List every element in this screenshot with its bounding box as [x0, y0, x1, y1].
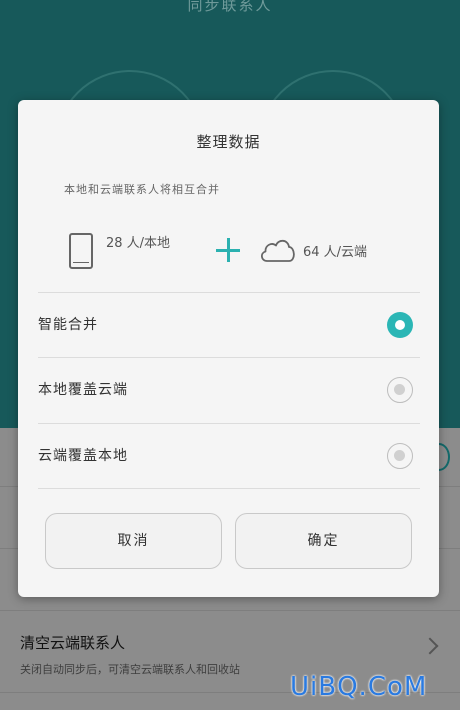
phone-icon: [69, 233, 93, 269]
option-local-overwrite-cloud[interactable]: 本地覆盖云端: [38, 358, 420, 422]
option-label: 智能合并: [38, 317, 98, 333]
cloud-contact-count: 64 人/云端: [303, 245, 368, 260]
option-smart-merge[interactable]: 智能合并: [38, 293, 420, 357]
background-title: 同步联系人: [187, 0, 273, 14]
list-divider: [0, 610, 460, 611]
radio-selected[interactable]: [387, 312, 413, 338]
radio-unselected[interactable]: [387, 443, 413, 469]
clear-cloud-contacts-subtitle: 关闭自动同步后，可清空云端联系人和回收站: [20, 663, 240, 676]
clear-cloud-contacts-title[interactable]: 清空云端联系人: [20, 632, 125, 653]
plus-icon: [216, 238, 240, 262]
cloud-icon: [261, 239, 295, 262]
watermark: UiBQ.CoM: [290, 672, 428, 702]
merge-data-dialog: 整理数据 本地和云端联系人将相互合并 28 人/本地 64 人/云端 智能合并 …: [18, 100, 439, 597]
divider: [38, 488, 420, 489]
local-contact-count: 28 人/本地: [106, 236, 171, 251]
dialog-description: 本地和云端联系人将相互合并: [64, 183, 220, 196]
option-label: 本地覆盖云端: [38, 382, 128, 398]
option-cloud-overwrite-local[interactable]: 云端覆盖本地: [38, 424, 420, 488]
confirm-button[interactable]: 确定: [235, 513, 412, 569]
dialog-title: 整理数据: [196, 133, 261, 151]
cancel-button[interactable]: 取消: [45, 513, 222, 569]
radio-unselected[interactable]: [387, 377, 413, 403]
option-label: 云端覆盖本地: [38, 448, 128, 464]
